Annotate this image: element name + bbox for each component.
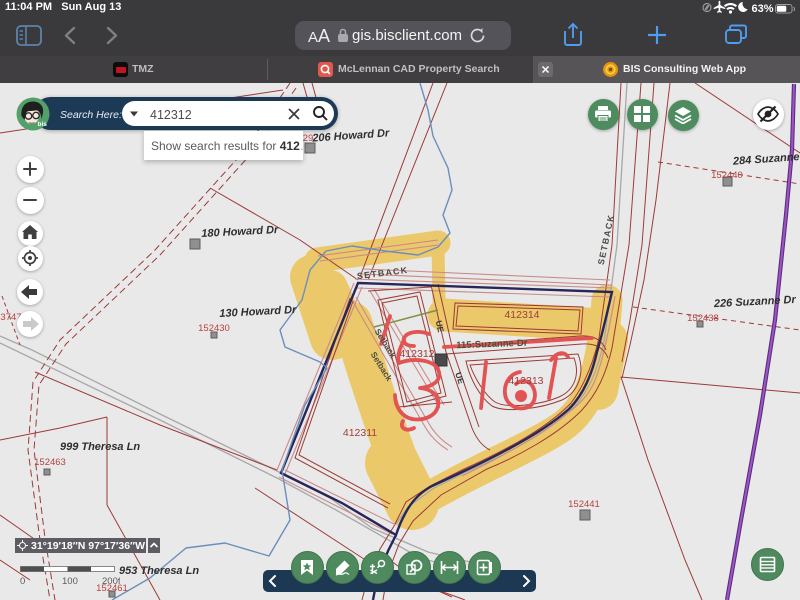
svg-text:953 Theresa Ln: 953 Theresa Ln [119, 565, 199, 577]
svg-text:412314: 412314 [504, 309, 539, 321]
svg-text:200ft: 200ft [102, 576, 120, 587]
svg-text:bis: bis [38, 121, 48, 128]
svg-text:152438: 152438 [687, 313, 719, 324]
svg-text:63%: 63% [752, 3, 774, 15]
svg-text:412311: 412311 [343, 427, 377, 439]
svg-text:412313: 412313 [508, 375, 543, 387]
svg-text:152430: 152430 [198, 323, 230, 334]
svg-text:152441: 152441 [568, 499, 600, 510]
svg-text:999 Theresa Ln: 999 Theresa Ln [60, 441, 140, 453]
svg-text:152463: 152463 [34, 457, 66, 468]
svg-text:412312: 412312 [399, 348, 434, 360]
svg-text:152440: 152440 [711, 170, 743, 181]
svg-text:0: 0 [20, 576, 25, 587]
svg-text:100: 100 [62, 576, 78, 587]
